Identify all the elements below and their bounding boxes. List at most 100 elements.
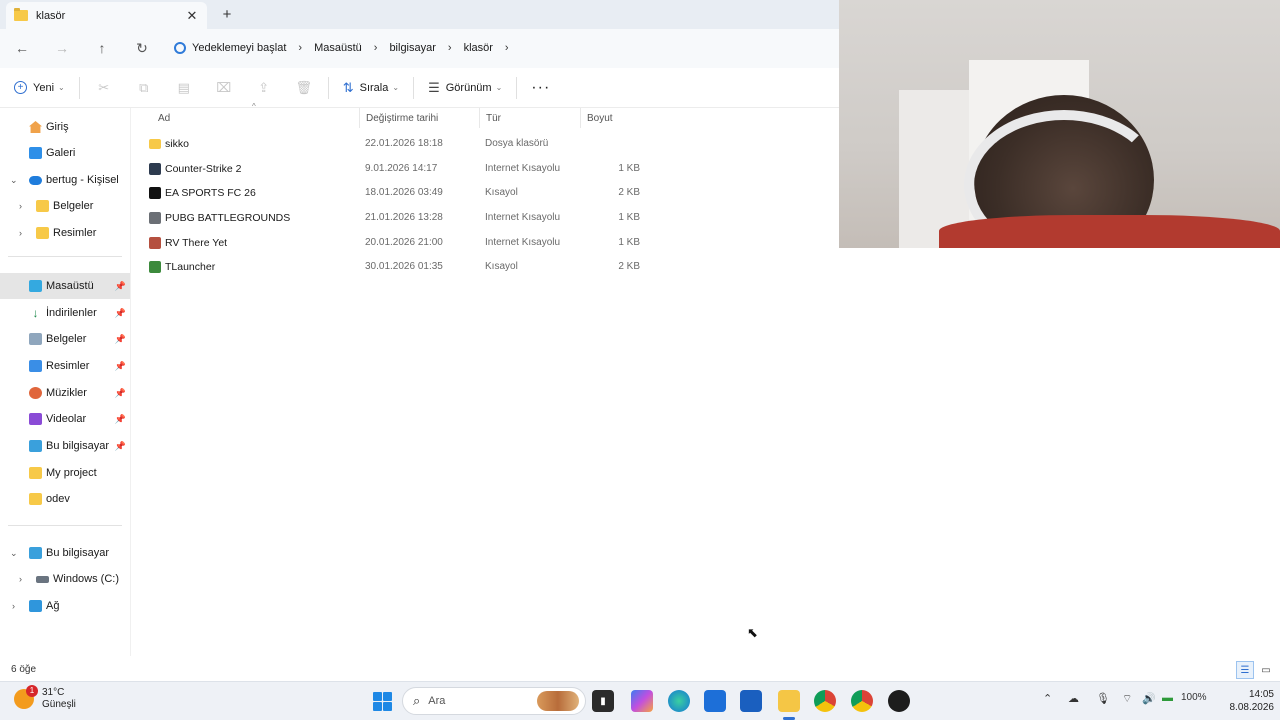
sidebar-item-music[interactable]: Müzikler 📌 (0, 380, 130, 406)
table-row[interactable]: Counter-Strike 2 9.01.2026 14:17 Interne… (138, 157, 658, 181)
tiles-view-button[interactable]: ▭ (1257, 661, 1275, 679)
chevron-up-icon[interactable]: ⌃ (1043, 692, 1052, 705)
breadcrumb-chevron-icon[interactable]: › (292, 42, 308, 54)
sidebar-item-onedrive-pictures[interactable]: › Resimler (0, 220, 130, 246)
column-header-date[interactable]: Değiştirme tarihi (359, 108, 479, 128)
chevron-right-icon[interactable]: › (19, 228, 22, 238)
search-placeholder: Ara (428, 695, 446, 707)
table-row[interactable]: RV There Yet 20.01.2026 21:00 Internet K… (138, 231, 658, 255)
new-button[interactable]: + Yeni ⌄ (4, 73, 75, 103)
sidebar-item-label: Belgeler (53, 200, 94, 212)
breadcrumb-item[interactable]: klasör (458, 42, 499, 54)
pin-icon: 📌 (114, 360, 126, 371)
sidebar-item-network[interactable]: › Ağ (0, 593, 130, 619)
sidebar-item-gallery[interactable]: Galeri (0, 140, 130, 166)
sidebar-item-pictures[interactable]: Resimler 📌 (0, 353, 130, 379)
cut-icon[interactable]: ✂ (84, 73, 124, 103)
breadcrumb-chevron-icon[interactable]: › (499, 42, 515, 54)
start-button[interactable] (371, 690, 393, 712)
delete-icon[interactable]: 🗑 (284, 73, 324, 103)
chevron-down-icon: ⌄ (392, 83, 400, 92)
edge-icon[interactable] (668, 690, 690, 712)
breadcrumb-item[interactable]: Masaüstü (308, 42, 368, 54)
search-highlight-image (537, 691, 579, 711)
file-type: Dosya klasörü (485, 138, 549, 149)
chevron-down-icon[interactable]: ⌄ (10, 548, 18, 559)
back-button[interactable]: ← (2, 33, 42, 63)
chrome-profile-icon[interactable] (851, 690, 873, 712)
outlook-icon[interactable] (740, 690, 762, 712)
file-explorer-icon[interactable] (778, 690, 800, 712)
onedrive-offline-icon[interactable]: ☁ (1068, 692, 1079, 705)
file-size: 2 KB (618, 261, 640, 272)
new-tab-button[interactable]: + (220, 6, 234, 23)
chevron-down-icon[interactable]: ⌄ (10, 175, 18, 186)
pin-icon: 📌 (114, 333, 126, 344)
sidebar-divider (8, 256, 122, 257)
file-type: Kısayol (485, 261, 518, 272)
volume-icon[interactable]: 🔊 (1142, 692, 1156, 705)
chevron-down-icon: ⌄ (58, 83, 65, 92)
table-row[interactable]: sikko 22.01.2026 18:18 Dosya klasörü (138, 132, 658, 156)
chevron-right-icon[interactable]: › (19, 201, 22, 211)
more-options-button[interactable]: ··· (521, 73, 560, 103)
sidebar-item-onedrive-documents[interactable]: › Belgeler (0, 193, 130, 219)
breadcrumb-chevron-icon[interactable]: › (442, 42, 458, 54)
column-header-type[interactable]: Tür (479, 108, 580, 128)
rename-icon[interactable]: ⌧ (204, 73, 244, 103)
tab-klasor[interactable]: klasör ✕ (6, 2, 207, 29)
sidebar-item-windows-c[interactable]: › Windows (C:) (0, 566, 130, 592)
up-button[interactable]: ↑ (82, 33, 122, 63)
close-tab-icon[interactable]: ✕ (185, 8, 199, 24)
paste-icon[interactable]: ▤ (164, 73, 204, 103)
sidebar-item-videos[interactable]: Videolar 📌 (0, 406, 130, 432)
sidebar-item-my-project[interactable]: My project (0, 460, 130, 486)
copy-icon[interactable]: ⧉ (124, 73, 164, 103)
file-name: TLauncher (165, 261, 216, 273)
view-button[interactable]: ☰ Görünüm ⌄ (418, 73, 512, 103)
sidebar-item-odev[interactable]: odev (0, 486, 130, 512)
table-row[interactable]: PUBG BATTLEGROUNDS 21.01.2026 13:28 Inte… (138, 206, 658, 230)
table-row[interactable]: TLauncher 30.01.2026 01:35 Kısayol 2 KB (138, 255, 658, 279)
file-size: 1 KB (618, 163, 640, 174)
task-view-icon[interactable]: ▮ (592, 690, 614, 712)
copilot-icon[interactable] (631, 690, 653, 712)
app-notification-icon[interactable] (888, 690, 910, 712)
sidebar-item-this-pc[interactable]: ⌄ Bu bilgisayar (0, 540, 130, 566)
start-backup-link[interactable]: Yedeklemeyi başlat (168, 42, 292, 54)
battery-icon[interactable]: ▬ (1162, 692, 1173, 704)
column-header-name[interactable]: Ad (152, 108, 359, 128)
view-label: Görünüm (445, 81, 492, 94)
breadcrumb-item[interactable]: bilgisayar (383, 42, 441, 54)
weather-widget[interactable]: 1 31°C Güneşli (14, 685, 76, 711)
clock[interactable]: 14:05 8.08.2026 (1222, 688, 1275, 714)
sidebar-item-label: İndirilenler (46, 307, 97, 319)
table-row[interactable]: EA SPORTS FC 26 18.01.2026 03:49 Kısayol… (138, 181, 658, 205)
column-header-size[interactable]: Boyut (580, 108, 647, 128)
share-icon[interactable]: ⇪ (244, 73, 284, 103)
microphone-icon[interactable]: 🎙 (1096, 692, 1110, 705)
sidebar-item-onedrive[interactable]: ⌄ bertug - Kişisel (0, 167, 130, 193)
sort-button[interactable]: ⇅ Sırala ⌄ (333, 73, 409, 103)
file-date: 22.01.2026 18:18 (365, 138, 443, 149)
sidebar-item-desktop[interactable]: Masaüstü 📌 (0, 273, 130, 299)
wifi-icon[interactable]: ⌔ (1122, 692, 1132, 706)
sidebar-item-this-pc-quick[interactable]: Bu bilgisayar 📌 (0, 433, 130, 459)
breadcrumb[interactable]: Yedeklemeyi başlat › Masaüstü › bilgisay… (168, 33, 840, 63)
sidebar-item-downloads[interactable]: ↓ İndirilenler 📌 (0, 300, 130, 326)
sun-icon: 1 (14, 685, 38, 709)
refresh-button[interactable]: ↻ (122, 33, 162, 63)
navigation-pane: Giriş Galeri ⌄ bertug - Kişisel › Belgel… (0, 108, 131, 656)
details-view-button[interactable]: ☰ (1236, 661, 1254, 679)
sidebar-item-home[interactable]: Giriş (0, 114, 130, 140)
sidebar-item-documents[interactable]: Belgeler 📌 (0, 326, 130, 352)
taskbar-search[interactable]: ⌕ Ara (402, 687, 586, 715)
chrome-icon[interactable] (814, 690, 836, 712)
counter-strike-icon (149, 163, 161, 175)
store-icon[interactable] (704, 690, 726, 712)
chevron-right-icon[interactable]: › (12, 601, 15, 611)
breadcrumb-chevron-icon[interactable]: › (368, 42, 384, 54)
forward-button[interactable]: → (42, 33, 82, 63)
chevron-right-icon[interactable]: › (19, 574, 22, 584)
pin-icon: 📌 (114, 387, 126, 398)
